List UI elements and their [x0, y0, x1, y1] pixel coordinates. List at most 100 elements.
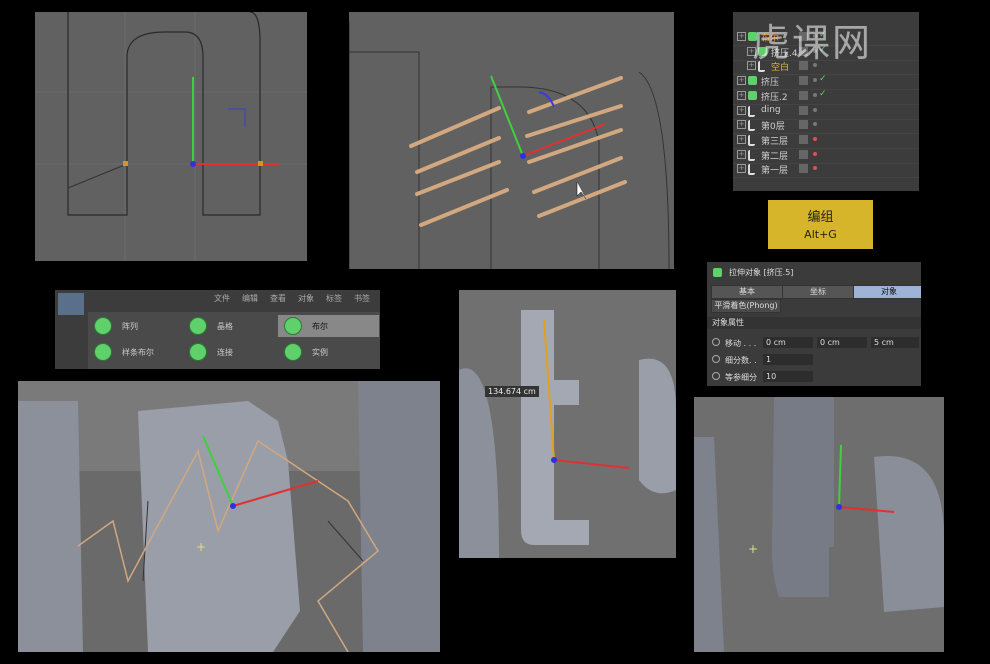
- tool-5[interactable]: 实例: [284, 341, 328, 363]
- tool-label: 实例: [312, 347, 328, 357]
- visibility-dot[interactable]: [813, 78, 817, 83]
- watermark-logo: 虎课网: [752, 21, 873, 65]
- tool-0[interactable]: 阵列: [94, 315, 138, 337]
- menu-item[interactable]: 查看: [270, 293, 286, 309]
- viewport-drawing: [459, 310, 676, 558]
- extrude-object-icon: [748, 90, 757, 100]
- measure-readout: 134.674 cm: [485, 386, 539, 397]
- viewport-letter-te[interactable]: +: [694, 397, 944, 652]
- move-label: 移动 . . .: [725, 339, 757, 348]
- null-object-icon: [748, 134, 755, 146]
- null-object-icon: [748, 120, 755, 132]
- object-row[interactable]: + ding: [733, 104, 919, 120]
- isoparm-field[interactable]: 10: [763, 371, 813, 382]
- move-x-field[interactable]: 0 cm: [763, 337, 813, 348]
- visibility-dot[interactable]: [813, 151, 817, 156]
- tool-label: 晶格: [217, 321, 233, 331]
- object-row[interactable]: + 第二层: [733, 148, 919, 164]
- menu-item[interactable]: 标签: [326, 293, 342, 309]
- menu-item[interactable]: 编辑: [242, 293, 258, 309]
- tool-label: 连接: [217, 347, 233, 357]
- visibility-dot[interactable]: [813, 122, 817, 127]
- phong-button[interactable]: 平滑着色(Phong): [711, 299, 781, 313]
- shortcut-badge: 编组 Alt+G: [768, 200, 873, 249]
- viewport-drawing: [349, 22, 670, 269]
- viewport-perspective-boole[interactable]: +: [18, 381, 440, 652]
- tool-4[interactable]: 连接: [189, 341, 233, 363]
- layer-icon[interactable]: [799, 164, 808, 174]
- visibility-dot[interactable]: [813, 92, 817, 97]
- tool-1[interactable]: 晶格: [189, 315, 233, 337]
- layer-icon[interactable]: [799, 105, 808, 115]
- object-row[interactable]: + 挤压 ✓: [733, 74, 919, 91]
- subdiv-field[interactable]: 1: [763, 354, 813, 365]
- check-icon[interactable]: ✓: [819, 74, 827, 84]
- object-label: 第二层: [761, 151, 789, 162]
- shortcut-keys: Alt+G: [804, 228, 837, 241]
- tool-icon: [284, 317, 302, 335]
- attribute-manager: 拉伸对象 [挤压.5] 基本 坐标 对象 平滑着色(Phong) 对象属性 移动…: [707, 262, 921, 386]
- object-label: 第三层: [761, 136, 789, 147]
- visibility-dot[interactable]: [813, 166, 817, 171]
- tool-2[interactable]: 布尔: [278, 315, 379, 337]
- tab-basic[interactable]: 基本: [711, 285, 783, 299]
- null-object-icon: [748, 164, 755, 176]
- tool-icon: [189, 343, 207, 361]
- object-label: 第0层: [761, 122, 785, 133]
- expand-icon[interactable]: +: [737, 105, 746, 115]
- visibility-dot[interactable]: [813, 107, 817, 112]
- move-y-field[interactable]: 0 cm: [817, 337, 867, 348]
- shortcut-title: 编组: [807, 210, 834, 225]
- layer-icon[interactable]: [799, 76, 808, 86]
- expand-icon[interactable]: +: [737, 134, 746, 144]
- move-z-field[interactable]: 5 cm: [871, 337, 919, 348]
- viewport-drawing: [35, 12, 307, 261]
- null-object-icon: [748, 149, 755, 161]
- tab-object[interactable]: 对象: [853, 285, 921, 299]
- viewport-cutters[interactable]: [349, 12, 674, 269]
- svg-text:+: +: [748, 542, 758, 556]
- expand-icon[interactable]: +: [737, 32, 746, 41]
- array-tool-icon[interactable]: [58, 293, 84, 315]
- expand-icon[interactable]: +: [737, 149, 746, 159]
- expand-icon[interactable]: +: [737, 120, 746, 130]
- expand-icon[interactable]: +: [737, 90, 746, 100]
- tool-icon: [189, 317, 207, 335]
- tool-icon: [94, 343, 112, 361]
- modeling-toolbar: 文件 编辑 查看 对象 标签 书签 阵列 晶格 布尔样条布尔 连接 实例: [55, 290, 380, 369]
- object-label: 挤压: [761, 78, 780, 89]
- attribute-title: 拉伸对象 [挤压.5]: [729, 268, 794, 277]
- tool-label: 布尔: [312, 321, 328, 331]
- menu-item[interactable]: 书签: [354, 293, 370, 309]
- tool-icon: [94, 317, 112, 335]
- tool-label: 样条布尔: [122, 347, 154, 357]
- tool-label: 阵列: [122, 321, 138, 331]
- svg-text:+: +: [196, 540, 206, 554]
- viewport-spline-front[interactable]: [35, 12, 307, 261]
- tool-icon: [284, 343, 302, 361]
- extrude-object-icon: [748, 76, 757, 86]
- check-icon[interactable]: ✓: [819, 89, 827, 99]
- tool-3[interactable]: 样条布尔: [94, 341, 154, 363]
- menu-item[interactable]: 对象: [298, 293, 314, 309]
- object-row[interactable]: + 挤压.2 ✓: [733, 89, 919, 105]
- object-label: 第一层: [761, 166, 789, 177]
- menu-item[interactable]: 文件: [214, 293, 230, 309]
- viewport-drawing: +: [694, 397, 944, 652]
- layer-icon[interactable]: [799, 120, 808, 130]
- viewport-letter-t[interactable]: 134.674 cm: [459, 290, 676, 558]
- viewport-drawing: +: [18, 381, 440, 652]
- layer-icon[interactable]: [799, 90, 808, 100]
- visibility-dot[interactable]: [813, 136, 817, 141]
- object-row[interactable]: + 第0层: [733, 118, 919, 135]
- tab-coord[interactable]: 坐标: [782, 285, 854, 299]
- extrude-icon: [713, 268, 722, 277]
- layer-icon[interactable]: [799, 149, 808, 159]
- object-row[interactable]: + 第一层: [733, 162, 919, 179]
- expand-icon[interactable]: +: [737, 76, 746, 86]
- object-row[interactable]: + 第三层: [733, 133, 919, 149]
- expand-icon[interactable]: +: [737, 164, 746, 174]
- layer-icon[interactable]: [799, 134, 808, 144]
- isoparm-label: 等参细分: [725, 373, 757, 382]
- object-label: ding: [761, 104, 781, 115]
